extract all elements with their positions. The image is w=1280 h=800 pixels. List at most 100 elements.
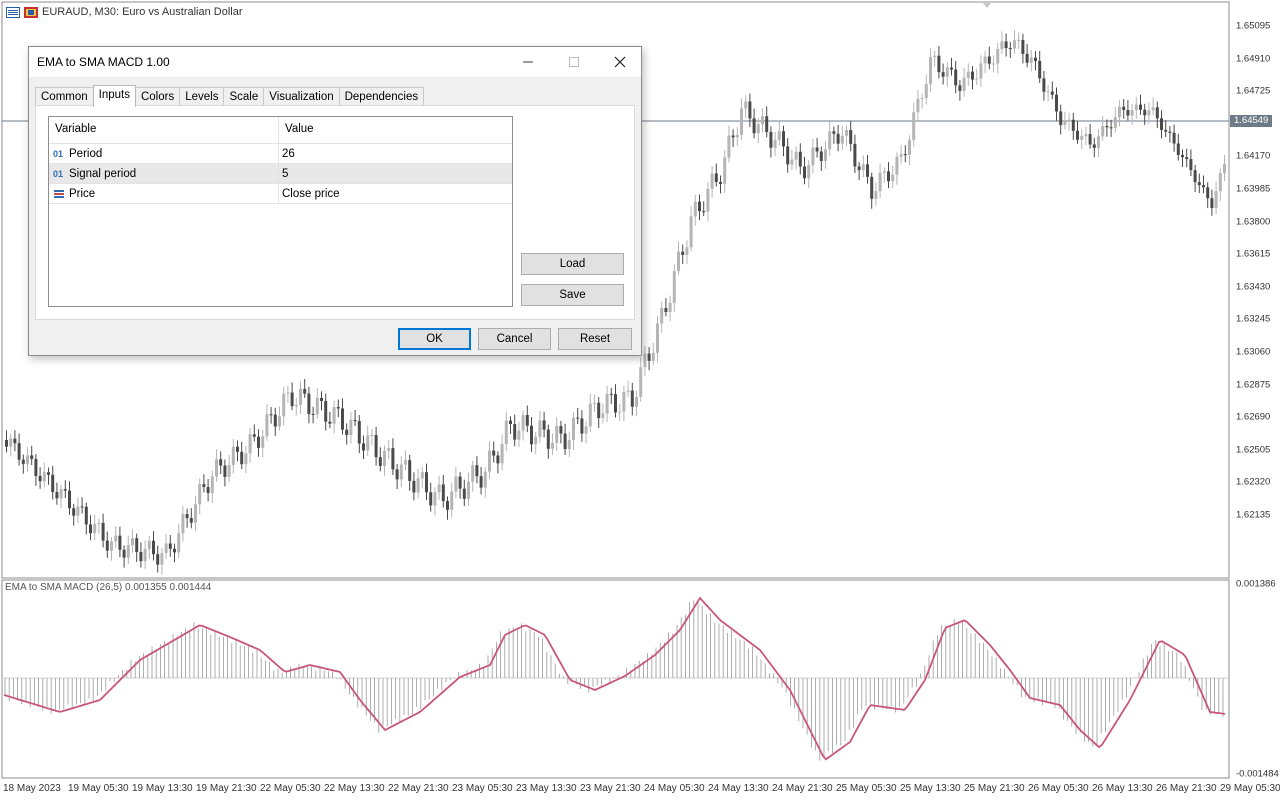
column-header-variable[interactable]: Variable — [49, 117, 279, 143]
candle-body — [798, 151, 802, 167]
inputs-panel: Variable Value 01 Period 26 01 Signal peri… — [35, 105, 635, 320]
candle-body — [513, 424, 517, 440]
candle-body — [110, 541, 113, 551]
candle-body — [143, 549, 147, 562]
price-tick-label: 1.62505 — [1236, 444, 1271, 456]
candle-body — [307, 393, 311, 414]
candle-body — [1197, 182, 1201, 186]
maximize-icon — [569, 57, 579, 67]
candle-body — [920, 98, 924, 100]
tab-dependencies[interactable]: Dependencies — [338, 87, 425, 106]
table-row[interactable]: Price Close price — [49, 184, 512, 204]
candle-body — [937, 55, 941, 73]
inputs-table: Variable Value 01 Period 26 01 Signal peri… — [48, 116, 513, 307]
candle-body — [656, 323, 659, 353]
candle-body — [744, 101, 748, 109]
reset-button[interactable]: Reset — [558, 328, 632, 350]
minimize-button[interactable] — [505, 47, 551, 77]
price-tick-label: 1.64725 — [1236, 85, 1271, 97]
enum-list-icon — [53, 189, 69, 199]
value-cell[interactable]: Close price — [279, 184, 512, 203]
integer-icon: 01 — [53, 168, 64, 179]
candle-body — [420, 472, 424, 479]
maximize-button[interactable] — [551, 47, 597, 77]
candle-body — [538, 420, 542, 437]
candle-body — [290, 392, 294, 407]
candle-body — [786, 146, 790, 165]
load-button[interactable]: Load — [521, 253, 624, 275]
candle-body — [370, 434, 374, 436]
candle-body — [311, 413, 315, 415]
candle-body — [824, 149, 827, 162]
table-row[interactable]: 01 Signal period 5 — [49, 164, 512, 184]
candle-body — [118, 535, 122, 550]
candle-body — [874, 191, 878, 199]
price-tick-label: 1.62135 — [1236, 509, 1271, 521]
candle-body — [971, 71, 974, 80]
candle-body — [601, 413, 605, 419]
candle-body — [395, 469, 399, 480]
candle-body — [332, 407, 336, 424]
time-tick-label: 23 May 13:30 — [516, 783, 577, 794]
candle-body — [399, 464, 403, 480]
tab-common[interactable]: Common — [35, 87, 94, 106]
save-button[interactable]: Save — [521, 284, 624, 306]
candle-body — [740, 108, 743, 135]
candle-body — [84, 506, 88, 525]
candle-body — [987, 56, 991, 64]
candle-body — [1034, 57, 1037, 61]
candle-body — [1130, 110, 1134, 116]
candle-body — [492, 450, 496, 456]
tab-levels[interactable]: Levels — [179, 87, 225, 106]
price-tick-label: 1.63245 — [1236, 313, 1271, 325]
candle-body — [660, 308, 664, 324]
tab-colors[interactable]: Colors — [134, 87, 181, 106]
candle-body — [429, 492, 433, 506]
candle-body — [534, 436, 538, 445]
euro-aud-flag-icon — [24, 6, 38, 18]
candle-body — [639, 367, 643, 398]
candle-body — [958, 85, 962, 91]
candle-body — [891, 174, 895, 182]
candle-body — [769, 132, 773, 148]
candle-body — [878, 172, 882, 192]
candle-body — [412, 480, 416, 493]
cancel-button[interactable]: Cancel — [478, 328, 551, 350]
candle-body — [903, 154, 907, 156]
candle-body — [605, 393, 609, 414]
candle-body — [189, 517, 193, 523]
tab-scale[interactable]: Scale — [223, 87, 265, 106]
indicator-label: EMA to SMA MACD (26,5) 0.001355 0.001444 — [5, 582, 212, 593]
candle-body — [609, 393, 613, 395]
value-cell[interactable]: 5 — [279, 164, 512, 183]
symbol-title: EURAUD, M30: Euro vs Australian Dollar — [42, 6, 243, 18]
candle-body — [97, 522, 101, 524]
close-button[interactable] — [597, 47, 643, 77]
candle-body — [408, 460, 412, 481]
candle-body — [731, 135, 735, 138]
indicator-properties-dialog: EMA to SMA MACD 1.00 Common Inputs Color… — [28, 46, 642, 356]
candle-body — [252, 434, 256, 437]
chart-shift-marker — [982, 2, 992, 8]
candle-body — [483, 471, 487, 488]
candle-body — [950, 67, 953, 70]
tab-visualization[interactable]: Visualization — [263, 87, 340, 106]
candle-body — [467, 481, 470, 499]
column-header-value[interactable]: Value — [279, 117, 314, 143]
candle-body — [34, 458, 38, 476]
candle-body — [975, 78, 979, 80]
candle-body — [1139, 104, 1142, 110]
tab-inputs[interactable]: Inputs — [92, 85, 136, 107]
value-cell[interactable]: 26 — [279, 144, 512, 163]
candle-body — [992, 63, 995, 65]
table-row[interactable]: 01 Period 26 — [49, 144, 512, 164]
price-tick-label: 1.62690 — [1236, 411, 1271, 423]
time-tick-label: 25 May 05:30 — [836, 783, 897, 794]
candle-body — [706, 188, 710, 212]
ok-button[interactable]: OK — [398, 328, 471, 350]
candle-body — [727, 135, 731, 158]
candle-body — [156, 554, 160, 565]
chart-menu-icon[interactable] — [6, 6, 20, 18]
candle-body — [954, 69, 958, 86]
dialog-titlebar[interactable]: EMA to SMA MACD 1.00 — [29, 47, 641, 77]
